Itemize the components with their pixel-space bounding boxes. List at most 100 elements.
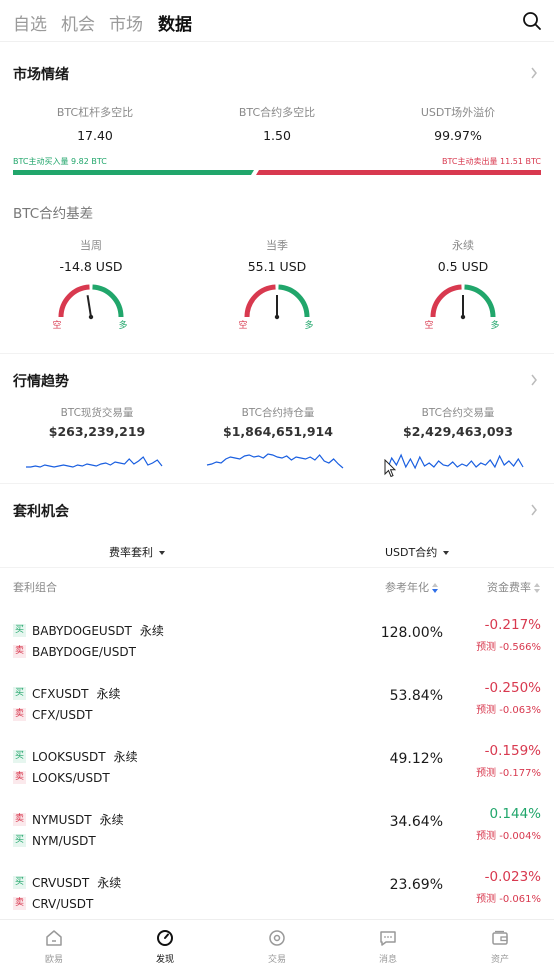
stat-btc-contract-ratio: BTC合约多空比 1.50 [197,104,357,143]
funding-rate: -0.023% [484,869,541,885]
table-row[interactable]: 卖 NYMUSDT 永续 买 NYM/USDT 34.64% 0.144% 预测 -0… [0,792,554,855]
stat-value: 99.97% [434,128,482,143]
table-row[interactable]: 买 LOOKSUSDT 永续 卖 LOOKS/USDT 49.12% -0.159% … [0,729,554,792]
trend-value: $263,239,219 [48,424,146,439]
nav-trade[interactable]: 交易 [247,928,307,965]
buy-flow-bar [13,170,254,175]
row-leg: 卖 LOOKS/USDT [13,767,110,787]
sort-icon [432,583,438,593]
gauge-short-arc [244,284,276,318]
stat-value: 1.50 [263,128,291,143]
chevron-right-icon[interactable] [530,67,538,79]
gauge-value: -14.8 USD [59,259,123,274]
perpetual-label: 永续 [96,687,121,701]
symbol: CFX/USDT [32,707,93,722]
sparkline-path [26,456,163,468]
predict-value: -0.177% [499,768,541,779]
nav-messages[interactable]: 消息 [358,928,418,965]
gauge-pivot [88,314,94,320]
trend-contract-volume[interactable]: BTC合约交易量 $2,429,463,093 [368,405,548,471]
gauge-long-arc [278,284,310,318]
row-leg: 买 LOOKSUSDT 永续 [13,746,138,766]
annual-return: 34.64% [389,814,443,830]
column-header-funding-rate[interactable]: 资金费率 [487,579,540,595]
side-tag: 买 [13,876,26,889]
chevron-right-icon[interactable] [530,504,538,516]
search-icon[interactable] [522,11,542,31]
annual-return: 49.12% [389,751,443,767]
sparkline [386,453,524,471]
annual-return: 128.00% [380,625,443,641]
funding-rate: -0.159% [484,743,541,759]
row-leg: 买 CRVUSDT 永续 [13,872,121,892]
discover-icon [157,930,173,946]
predict-value: -0.004% [499,831,541,842]
table-row[interactable]: 买 BABYDOGEUSDT 永续 卖 BABYDOGE/USDT 128.00% -… [0,603,554,666]
row-leg: 卖 CFX/USDT [13,704,93,724]
row-leg: 卖 CRV/USDT [13,893,93,913]
sparkline-path [206,453,344,469]
symbol: BABYDOGEUSDT [32,623,132,638]
predicted-rate: 预测 -0.177% [476,764,541,779]
gauge-long-arc [92,284,124,318]
symbol: CRVUSDT [32,875,90,890]
trend-open-interest[interactable]: BTC合约持仓量 $1,864,651,914 [188,405,368,469]
tab-data[interactable]: 数据 [158,10,192,35]
nav-home[interactable]: 欧易 [24,928,84,965]
gauge-dial: 空多 [239,284,314,329]
side-tag: 买 [13,750,26,763]
nav-label: 消息 [378,955,397,965]
perpetual-label: 永续 [99,813,124,827]
predict-label: 预测 [476,642,497,653]
basis-gauge-quarterly: 当季 55.1 USD 空多 [197,237,357,329]
predict-value: -0.063% [499,705,541,716]
trend-label: BTC合约持仓量 [241,407,315,419]
funding-rate: -0.250% [484,680,541,696]
table-row[interactable]: 买 CRVUSDT 永续 卖 CRV/USDT 23.69% -0.023% 预测 -… [0,855,554,918]
tab-market[interactable]: 市场 [109,10,143,35]
trend-value: $2,429,463,093 [403,424,513,439]
side-tag: 卖 [13,771,26,784]
sparkline [26,456,163,468]
wallet-icon [492,930,508,945]
divider [0,483,554,484]
annual-return: 53.84% [389,688,443,704]
side-tag: 买 [13,624,26,637]
gauge-long-label: 多 [118,319,127,329]
sell-flow-bar [256,170,541,175]
gauge-value: 55.1 USD [247,259,307,274]
tab-opportunities[interactable]: 机会 [61,10,95,35]
basis-gauge-perpetual: 永续 0.5 USD 空多 [383,237,543,329]
message-icon [380,931,396,946]
column-header-annual[interactable]: 参考年化 [385,579,438,595]
table-row[interactable]: 买 CFXUSDT 永续 卖 CFX/USDT 53.84% -0.250% 预测 -… [0,666,554,729]
home-icon [46,930,62,946]
top-tab-bar: 自选 机会 市场 数据 [0,0,554,42]
bottom-nav: 欧易 发现 交易 消息 资产 [0,919,554,969]
nav-discover[interactable]: 发现 [135,928,195,965]
divider [0,567,554,568]
symbol: NYMUSDT [32,812,92,827]
stat-btc-margin-ratio: BTC杠杆多空比 17.40 [15,104,175,143]
predicted-rate: 预测 -0.004% [476,827,541,842]
stat-value: 17.40 [77,128,113,143]
stat-label: USDT场外溢价 [420,106,496,119]
chevron-right-icon[interactable] [530,374,538,386]
nav-assets[interactable]: 资产 [470,928,530,965]
dropdown-label: USDT合约 [385,546,438,559]
trend-label: BTC现货交易量 [60,407,134,419]
predicted-rate: 预测 -0.566% [476,638,541,653]
perpetual-label: 永续 [97,876,122,890]
mouse-cursor-icon [384,459,396,478]
predict-value: -0.566% [499,642,541,653]
funding-rate: 0.144% [489,806,541,822]
market-sentiment-title: 市场情绪 [13,67,69,83]
sell-flow-label: BTC主动卖出量 11.51 BTC [442,157,541,166]
perpetual-label: 永续 [113,750,138,764]
arbitrage-type-dropdown[interactable]: 费率套利 [109,544,165,560]
row-leg: 买 NYM/USDT [13,830,96,850]
contract-type-dropdown[interactable]: USDT合约 [385,544,450,560]
trend-spot-volume[interactable]: BTC现货交易量 $263,239,219 [7,405,187,468]
predicted-rate: 预测 -0.063% [476,701,541,716]
tab-watchlist[interactable]: 自选 [13,10,47,35]
